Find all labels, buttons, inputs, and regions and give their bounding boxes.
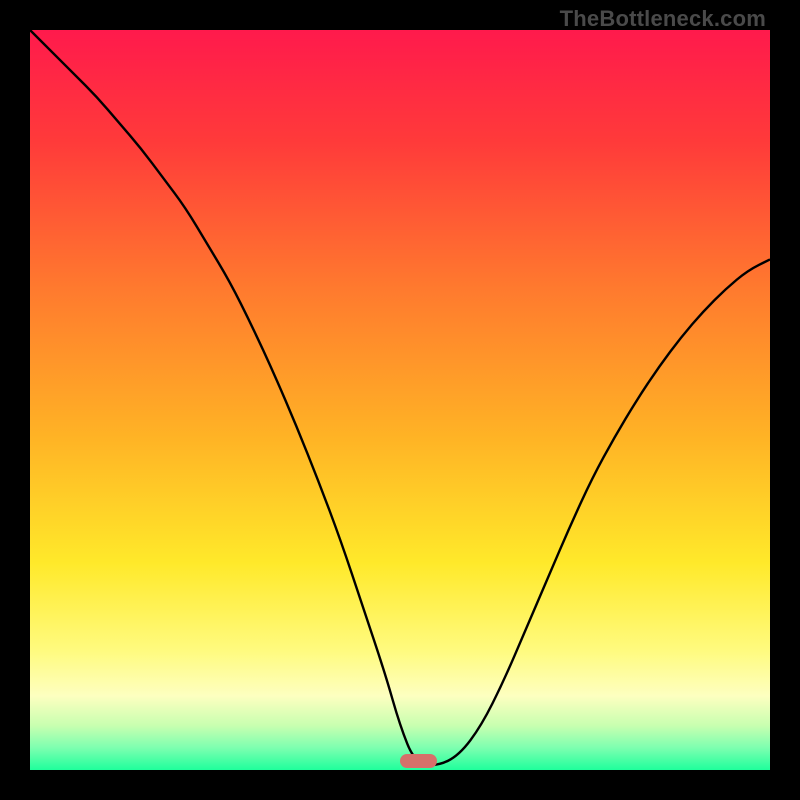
plot-area <box>30 30 770 770</box>
optimal-marker <box>400 754 437 768</box>
chart-frame: TheBottleneck.com <box>0 0 800 800</box>
bottleneck-curve <box>30 30 770 770</box>
watermark-text: TheBottleneck.com <box>560 6 766 32</box>
